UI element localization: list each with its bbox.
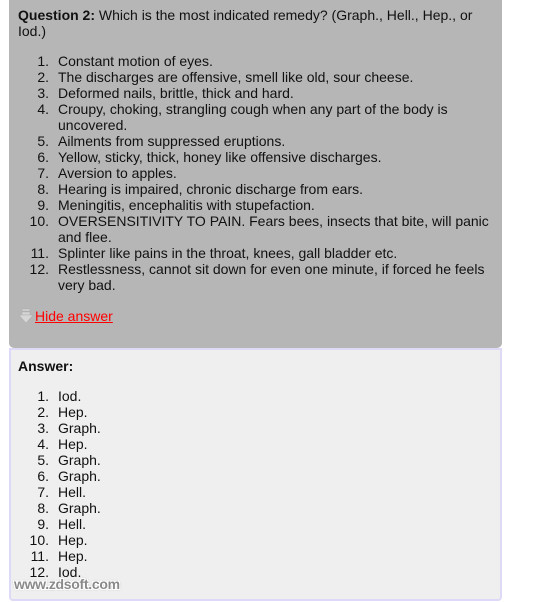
item-text: Graph. (58, 420, 101, 436)
item-text: Graph. (58, 468, 101, 484)
watermark: www.zdsoft.com (14, 576, 120, 592)
item-text: Aversion to apples. (58, 165, 177, 181)
item-number: 3. (37, 85, 49, 101)
question-panel: Question 2: Which is the most indicated … (9, 0, 502, 348)
item-text: Hep. (58, 532, 88, 548)
item-text: Restlessness, cannot sit down for even o… (58, 261, 485, 293)
answer-item: 9. Hell. (18, 516, 493, 532)
item-text: Constant motion of eyes. (58, 53, 213, 69)
item-number: 1. (37, 53, 49, 69)
question-label: Question 2: (18, 7, 96, 23)
item-text: Ailments from suppressed eruptions. (58, 133, 286, 149)
item-number: 9. (37, 516, 49, 532)
item-text: Hearing is impaired, chronic discharge f… (58, 181, 364, 197)
answer-item: 3. Graph. (18, 420, 493, 436)
item-number: 4. (37, 436, 49, 452)
item-text: OVERSENSITIVITY TO PAIN. Fears bees, ins… (58, 213, 489, 245)
question-item: 9. Meningitis, encephalitis with stupefac… (18, 197, 493, 213)
item-number: 3. (37, 420, 49, 436)
item-number: 10. (29, 213, 49, 229)
item-number: 11. (30, 245, 49, 261)
item-text: Hep. (58, 548, 88, 564)
item-text: Hep. (58, 436, 88, 452)
item-text: Hell. (58, 484, 87, 500)
item-text: Graph. (58, 452, 101, 468)
question-item: 1. Constant motion of eyes. (18, 53, 493, 69)
item-text: Hell. (58, 516, 87, 532)
question-item: 3. Deformed nails, brittle, thick and har… (18, 85, 493, 101)
item-number: 5. (37, 133, 49, 149)
item-text: Hep. (58, 404, 88, 420)
item-number: 7. (37, 165, 49, 181)
arrow-down-icon (18, 308, 34, 324)
answer-item: 10. Hep. (18, 532, 493, 548)
answer-panel: Answer: 1. Iod. 2. Hep. 3. Graph. 4. Hep. 5.… (9, 348, 502, 601)
question-text: Question 2: Which is the most indicated … (18, 7, 493, 39)
item-text: The discharges are offensive, smell like… (58, 69, 414, 85)
item-number: 10. (29, 532, 49, 548)
answer-list: 1. Iod. 2. Hep. 3. Graph. 4. Hep. 5. Graph. 6… (18, 388, 493, 580)
item-text: Croupy, choking, strangling cough when a… (58, 101, 448, 133)
item-number: 4. (37, 101, 49, 117)
item-number: 12. (29, 261, 49, 277)
question-item: 2. The discharges are offensive, smell li… (18, 69, 493, 85)
hide-answer-link[interactable]: Hide answer (35, 308, 113, 324)
item-text: Meningitis, encephalitis with stupefacti… (58, 197, 315, 213)
question-item: 7. Aversion to apples. (18, 165, 493, 181)
question-list: 1. Constant motion of eyes. 2. The dischar… (18, 53, 493, 293)
item-text: Graph. (58, 500, 101, 516)
question-item: 8. Hearing is impaired, chronic discharge… (18, 181, 493, 197)
answer-item: 7. Hell. (18, 484, 493, 500)
answer-item: 5. Graph. (18, 452, 493, 468)
answer-item: 4. Hep. (18, 436, 493, 452)
answer-item: 1. Iod. (18, 388, 493, 404)
item-text: Deformed nails, brittle, thick and hard. (58, 85, 294, 101)
item-text: Iod. (58, 388, 82, 404)
question-item: 10. OVERSENSITIVITY TO PAIN. Fears bees, … (18, 213, 493, 245)
item-number: 1. (37, 388, 49, 404)
question-item: 4. Croupy, choking, strangling cough when… (18, 101, 493, 133)
item-number: 6. (37, 468, 49, 484)
answer-item: 11. Hep. (18, 548, 493, 564)
question-item: 6. Yellow, sticky, thick, honey like offe… (18, 149, 493, 165)
answer-item: 2. Hep. (18, 404, 493, 420)
hide-answer-toggle[interactable]: Hide answer (18, 308, 113, 324)
answer-item: 8. Graph. (18, 500, 493, 516)
item-number: 2. (37, 69, 49, 85)
item-number: 11. (30, 548, 49, 564)
question-item: 5. Ailments from suppressed eruptions. (18, 133, 493, 149)
question-item: 11. Splinter like pains in the throat, kn… (18, 245, 493, 261)
item-number: 7. (37, 484, 49, 500)
item-number: 2. (37, 404, 49, 420)
answer-title: Answer: (18, 358, 74, 374)
question-item: 12. Restlessness, cannot sit down for eve… (18, 261, 493, 293)
answer-item: 6. Graph. (18, 468, 493, 484)
item-number: 8. (37, 181, 49, 197)
item-number: 8. (37, 500, 49, 516)
item-text: Yellow, sticky, thick, honey like offens… (58, 149, 382, 165)
item-number: 9. (37, 197, 49, 213)
item-text: Splinter like pains in the throat, knees… (58, 245, 398, 261)
item-number: 5. (37, 452, 49, 468)
item-number: 6. (37, 149, 49, 165)
